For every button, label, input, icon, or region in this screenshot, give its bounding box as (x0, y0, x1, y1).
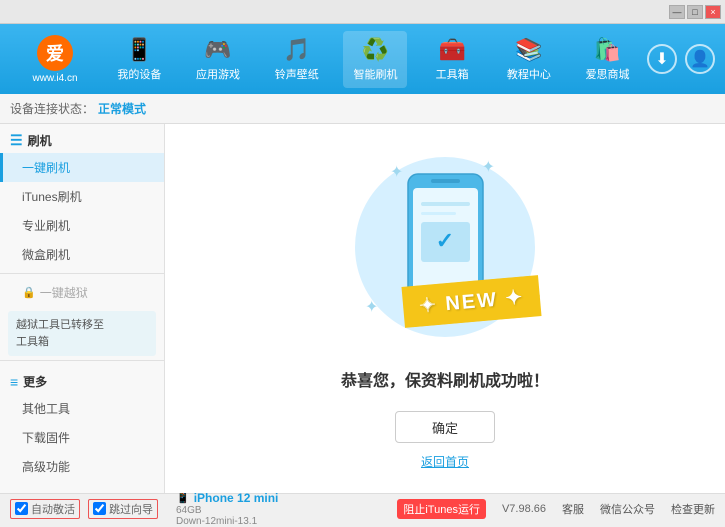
check-update-link[interactable]: 检查更新 (671, 501, 715, 517)
lock-icon: 🔒 (22, 286, 36, 299)
main-layout: ☰ 刷机 一键刷机 iTunes刷机 专业刷机 微盒刷机 🔒 一键越狱 越狱工具… (0, 124, 725, 493)
status-bar: 设备连接状态： 正常模式 (0, 94, 725, 124)
sidebar-item-download-firmware[interactable]: 下载固件 (0, 423, 164, 452)
smart-flash-icon: ♻️ (362, 37, 389, 63)
toolbox-label: 工具箱 (436, 66, 469, 82)
status-label: 设备连接状态： (10, 100, 94, 117)
user-button[interactable]: 👤 (685, 44, 715, 74)
sidebar-item-pro-flash[interactable]: 专业刷机 (0, 211, 164, 240)
status-value: 正常模式 (98, 100, 146, 117)
logo-icon: 爱 (37, 35, 73, 71)
phone-illustration: ✦ ✦ ✦ ✓ (345, 147, 545, 347)
nav-right-buttons: ⬇ 👤 (647, 44, 715, 74)
pro-flash-label: 专业刷机 (22, 219, 70, 233)
nav-smart-flash[interactable]: ♻️ 智能刷机 (343, 31, 407, 88)
logo-area: 爱 www.i4.cn (10, 35, 100, 84)
sidebar-locked-jailbreak: 🔒 一键越狱 (0, 278, 164, 307)
nav-apps-games[interactable]: 🎮 应用游戏 (186, 31, 250, 88)
sidebar-note-jailbreak: 越狱工具已转移至工具箱 (8, 311, 156, 356)
toolbox-icon: 🧰 (438, 37, 465, 63)
bottom-left: 自动敬活 跳过向导 📱 iPhone 12 mini 64GB Down-12m… (10, 491, 397, 527)
tutorials-icon: 📚 (515, 37, 542, 63)
back-home-link[interactable]: 返回首页 (421, 453, 469, 470)
other-tools-label: 其他工具 (22, 402, 70, 416)
skip-wizard-label: 跳过向导 (109, 501, 153, 517)
window-controls: — □ × (669, 5, 721, 19)
sidebar-divider-2 (0, 360, 164, 361)
sparkle-3: ✦ (365, 297, 378, 317)
sidebar: ☰ 刷机 一键刷机 iTunes刷机 专业刷机 微盒刷机 🔒 一键越狱 越狱工具… (0, 124, 165, 493)
nav-my-device[interactable]: 📱 我的设备 (107, 31, 171, 88)
skip-wizard-checkbox-label[interactable]: 跳过向导 (88, 499, 158, 519)
customer-service-link[interactable]: 客服 (562, 501, 584, 517)
auto-flash-label: 自动敬活 (31, 501, 75, 517)
svg-text:✓: ✓ (435, 228, 453, 253)
logo-text: www.i4.cn (32, 73, 77, 84)
more-section-header: ≡ 更多 (0, 365, 164, 394)
more-section-label: 更多 (23, 373, 47, 390)
content-area: ✦ ✦ ✦ ✓ (165, 124, 725, 493)
my-device-label: 我的设备 (117, 66, 161, 82)
sidebar-item-other-tools[interactable]: 其他工具 (0, 394, 164, 423)
sidebar-divider-1 (0, 273, 164, 274)
flash-section-label: 刷机 (28, 132, 52, 149)
itunes-flash-label: iTunes刷机 (22, 190, 82, 204)
nav-store[interactable]: 🛍️ 爱思商城 (576, 31, 640, 88)
device-version: Down-12mini-13.1 (176, 516, 278, 527)
more-section-icon: ≡ (10, 374, 18, 390)
sidebar-item-one-click-flash[interactable]: 一键刷机 (0, 153, 164, 182)
itunes-status[interactable]: 阻止iTunes运行 (397, 499, 486, 519)
one-click-flash-label: 一键刷机 (22, 161, 70, 175)
skip-wizard-checkbox[interactable] (93, 502, 106, 515)
bottom-right: 阻止iTunes运行 V7.98.66 客服 微信公众号 检查更新 (397, 499, 715, 519)
micro-flash-label: 微盒刷机 (22, 248, 70, 262)
close-button[interactable]: × (705, 5, 721, 19)
advanced-label: 高级功能 (22, 460, 70, 474)
locked-label: 一键越狱 (40, 284, 88, 301)
app-version: V7.98.66 (502, 503, 546, 515)
sidebar-item-micro-flash[interactable]: 微盒刷机 (0, 240, 164, 269)
confirm-button[interactable]: 确定 (395, 411, 495, 443)
store-icon: 🛍️ (594, 37, 621, 63)
smart-flash-label: 智能刷机 (353, 66, 397, 82)
ringtones-icon: 🎵 (283, 37, 310, 63)
nav-tutorials[interactable]: 📚 教程中心 (497, 31, 561, 88)
nav-items: 📱 我的设备 🎮 应用游戏 🎵 铃声壁纸 ♻️ 智能刷机 🧰 工具箱 📚 教程中… (100, 24, 647, 94)
device-info: 📱 iPhone 12 mini 64GB Down-12mini-13.1 (176, 491, 278, 527)
flash-section-header: ☰ 刷机 (0, 124, 164, 153)
sparkle-1: ✦ (390, 162, 403, 182)
download-firmware-label: 下载固件 (22, 431, 70, 445)
success-message: 恭喜您，保资料刷机成功啦！ (341, 367, 549, 391)
download-button[interactable]: ⬇ (647, 44, 677, 74)
bottom-bar: 自动敬活 跳过向导 📱 iPhone 12 mini 64GB Down-12m… (0, 493, 725, 523)
tutorials-label: 教程中心 (507, 66, 551, 82)
store-label: 爱思商城 (586, 66, 630, 82)
title-bar: — □ × (0, 0, 725, 24)
apps-games-label: 应用游戏 (196, 66, 240, 82)
sidebar-item-itunes-flash[interactable]: iTunes刷机 (0, 182, 164, 211)
auto-flash-checkbox-label[interactable]: 自动敬活 (10, 499, 80, 519)
wechat-link[interactable]: 微信公众号 (600, 501, 655, 517)
sidebar-item-advanced[interactable]: 高级功能 (0, 452, 164, 481)
ringtones-label: 铃声壁纸 (275, 66, 319, 82)
nav-ringtones[interactable]: 🎵 铃声壁纸 (265, 31, 329, 88)
minimize-button[interactable]: — (669, 5, 685, 19)
my-device-icon: 📱 (126, 37, 153, 63)
device-storage: 64GB (176, 505, 278, 516)
auto-flash-checkbox[interactable] (15, 502, 28, 515)
maximize-button[interactable]: □ (687, 5, 703, 19)
flash-section-icon: ☰ (10, 132, 23, 149)
apps-games-icon: 🎮 (204, 37, 231, 63)
top-nav: 爱 www.i4.cn 📱 我的设备 🎮 应用游戏 🎵 铃声壁纸 ♻️ 智能刷机… (0, 24, 725, 94)
nav-toolbox[interactable]: 🧰 工具箱 (422, 31, 482, 88)
